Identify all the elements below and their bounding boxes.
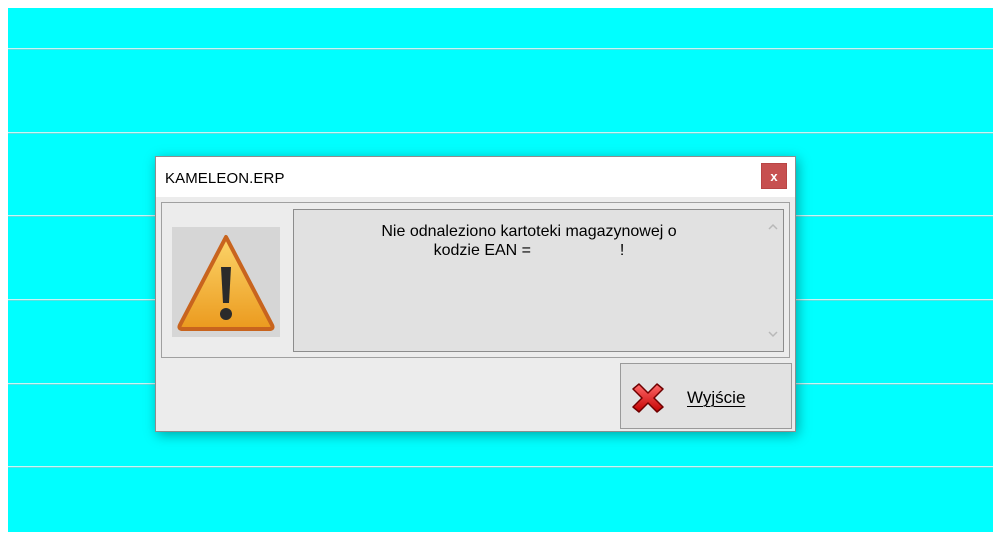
dialog-titlebar[interactable]: KAMELEON.ERP x [156,157,795,197]
scroll-down-icon[interactable] [765,329,781,343]
background-grid-line [8,132,993,133]
message-dialog: KAMELEON.ERP x Nie odnaleziono kartoteki… [155,156,796,432]
close-icon: x [770,168,778,184]
exit-button-label: Wyjście [687,388,746,407]
message-line-2: kodzie EAN = ! [433,242,625,259]
message-panel: Nie odnaleziono kartoteki magazynowej o … [161,202,790,358]
warning-icon [172,227,280,337]
message-text: Nie odnaleziono kartoteki magazynowej o … [294,222,764,260]
background-grid-line [8,48,993,49]
message-line-1: Nie odnaleziono kartoteki magazynowej o [381,223,677,240]
vertical-scrollbar[interactable] [765,212,781,349]
message-textbox[interactable]: Nie odnaleziono kartoteki magazynowej o … [293,209,784,352]
exit-button[interactable]: Wyjście [620,363,792,429]
scroll-up-icon[interactable] [765,222,781,236]
dialog-title: KAMELEON.ERP [165,170,285,187]
red-x-icon [629,383,667,413]
close-button[interactable]: x [761,163,787,189]
background-grid-line [8,466,993,467]
